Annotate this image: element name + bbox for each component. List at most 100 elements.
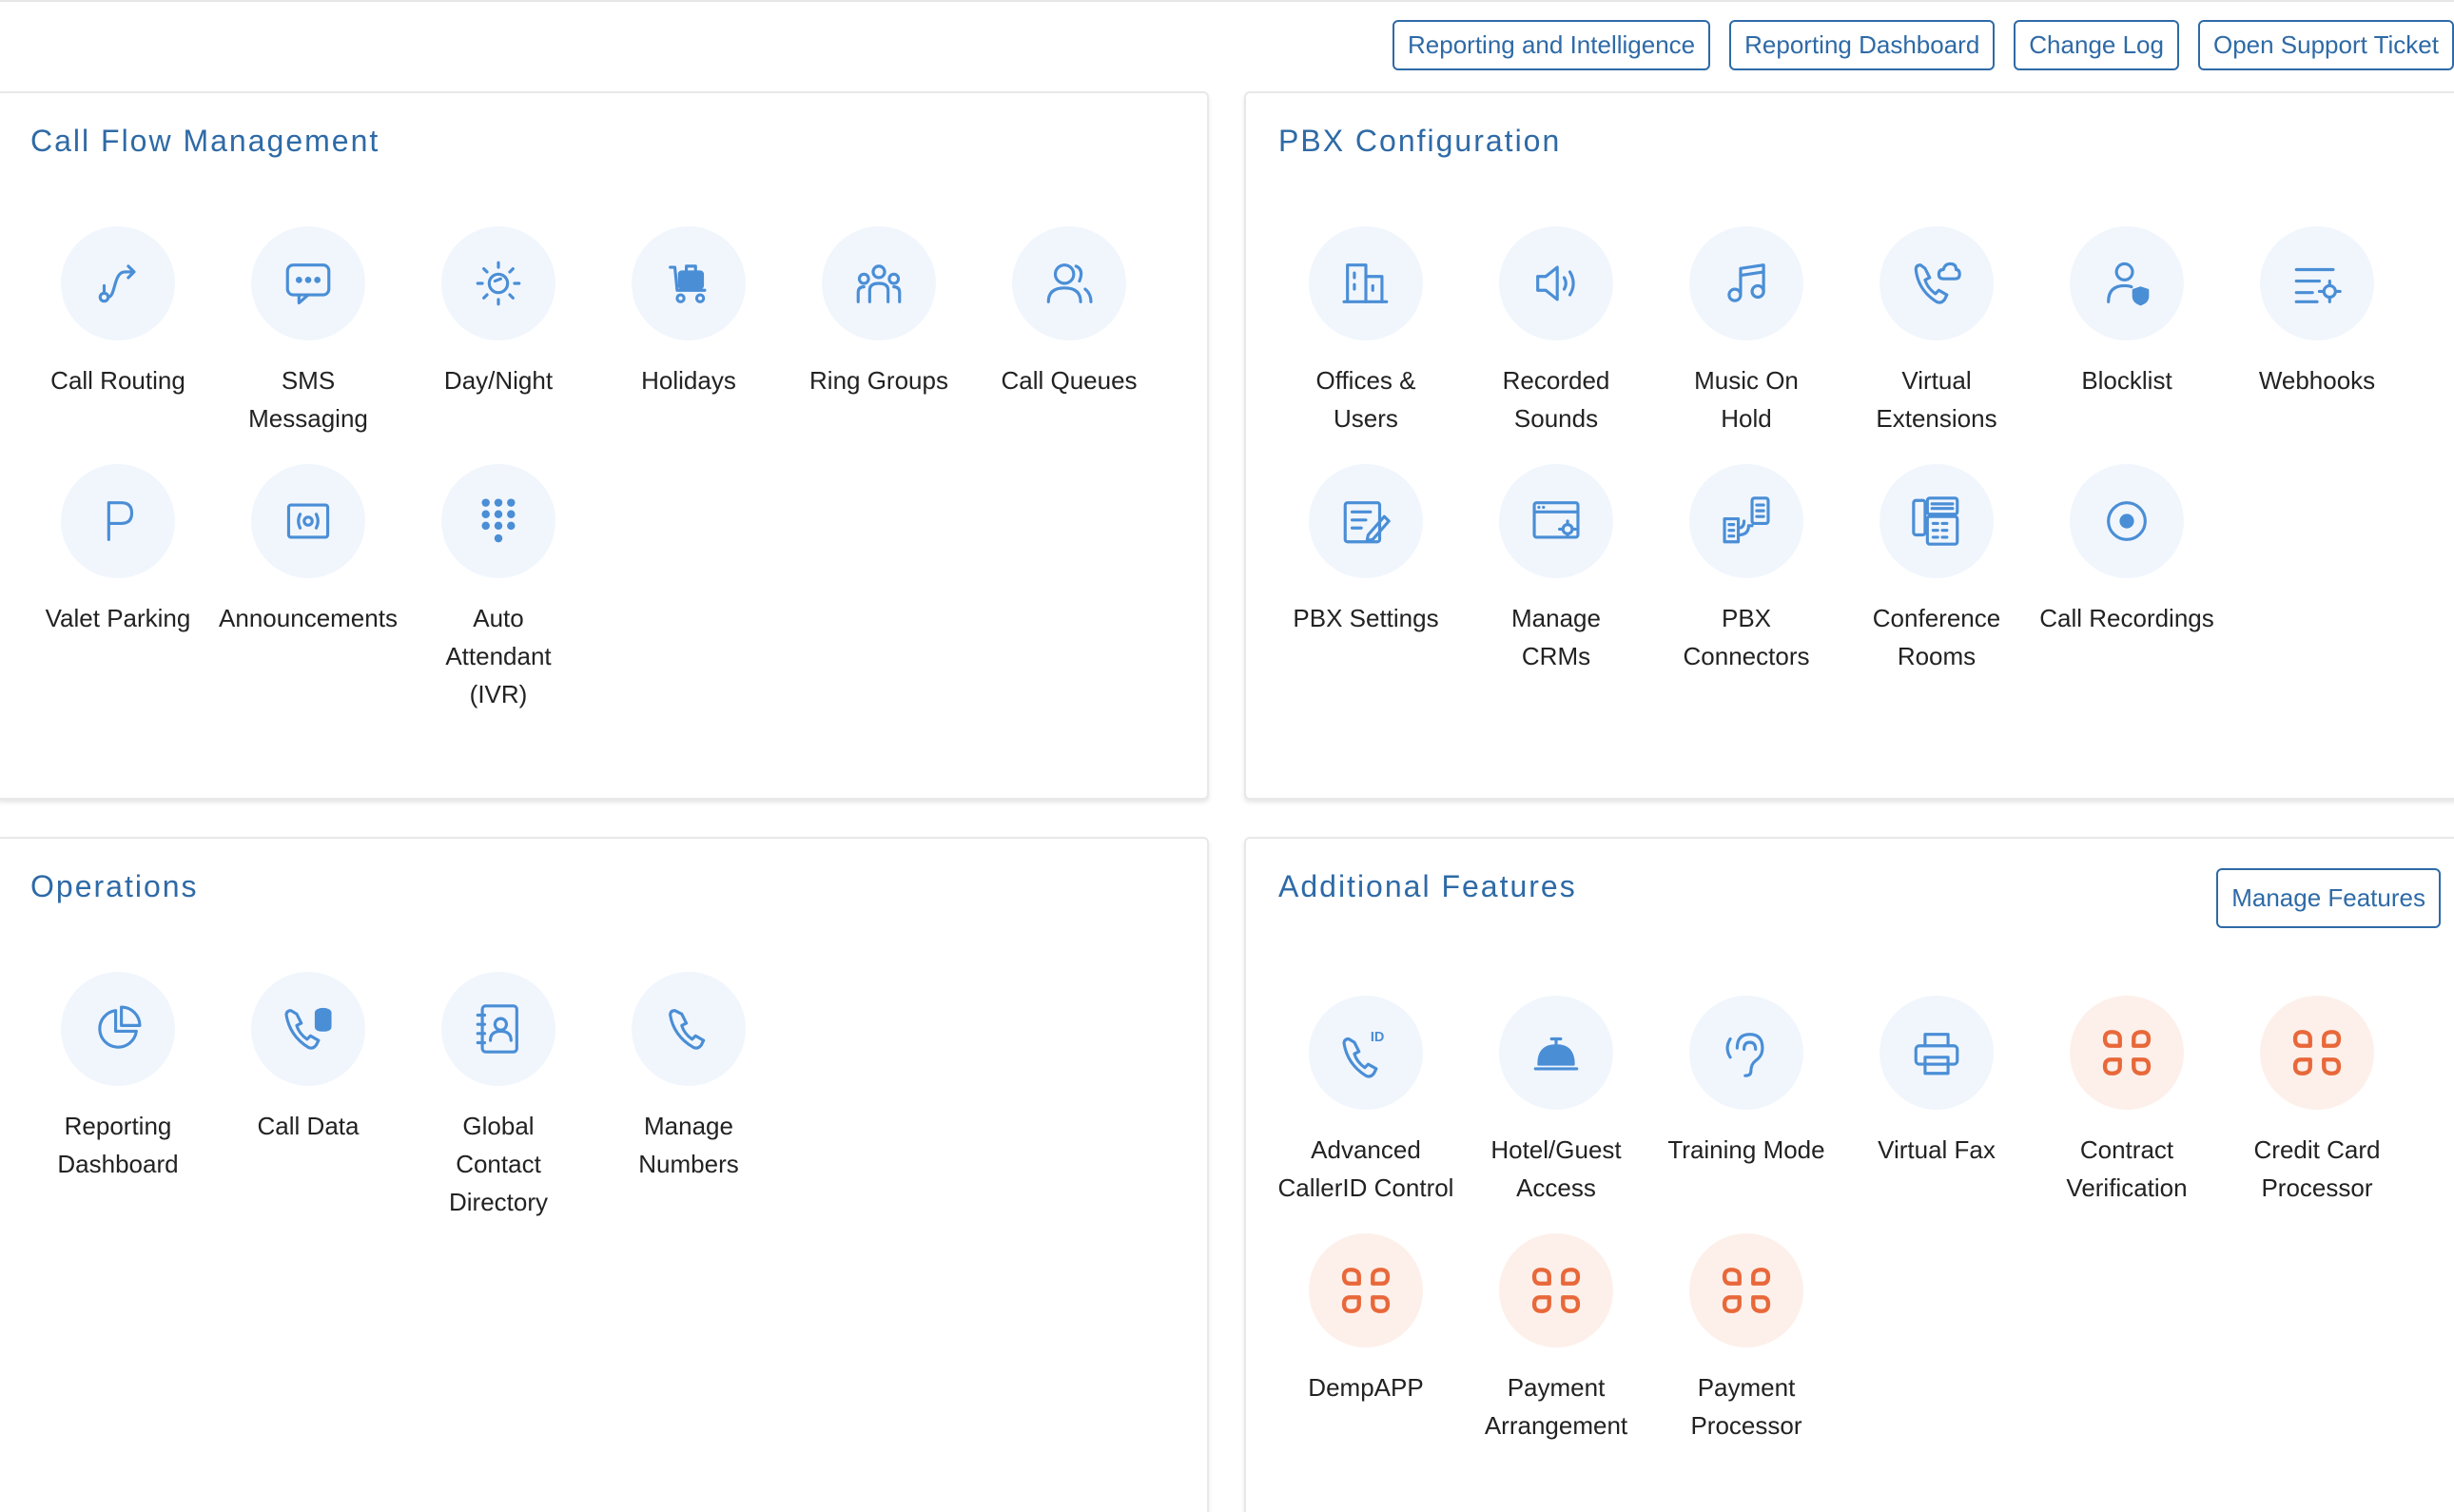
conference-icon: [1879, 464, 1994, 578]
tile-music-on-hold[interactable]: Music On Hold: [1651, 226, 1841, 437]
offices-icon: [1309, 226, 1423, 340]
tile-pbx-connectors[interactable]: PBX Connectors: [1651, 464, 1841, 675]
tile-training-mode[interactable]: Training Mode: [1651, 996, 1841, 1207]
parking-icon: [61, 464, 175, 578]
tile-label: Day/Night: [443, 366, 554, 395]
app-icon: [1689, 1233, 1803, 1347]
tile-label: Auto Attendant (IVR): [445, 604, 552, 708]
tile-day-night[interactable]: Day/Night: [403, 226, 594, 437]
tile-label: Training Mode: [1667, 1135, 1825, 1164]
tile-label: Conference Rooms: [1872, 604, 2001, 670]
tile-label: Payment Processor: [1690, 1373, 1802, 1440]
tile-valet-parking[interactable]: Valet Parking: [23, 464, 213, 713]
tile-call-data[interactable]: Call Data: [213, 972, 403, 1221]
tile-label: PBX Settings: [1293, 604, 1439, 632]
tile-label: Call Data: [257, 1112, 360, 1140]
tile-manage-crms[interactable]: Manage CRMs: [1461, 464, 1651, 675]
connectors-icon: [1689, 464, 1803, 578]
tile-grid: Reporting Dashboard Call Data Global Contact…: [23, 972, 1164, 1221]
tile-label: Payment Arrangement: [1484, 1373, 1628, 1440]
holidays-icon: [632, 226, 746, 340]
panel-title: Operations: [30, 869, 199, 903]
tile-global-contact-directory[interactable]: Global Contact Directory: [403, 972, 594, 1221]
call-flow-management-panel: Call Flow Management Call Routing SMS Mess…: [0, 91, 1209, 800]
tile-payment-processor[interactable]: Payment Processor: [1651, 1233, 1841, 1444]
cloud-phone-icon: [1879, 226, 1994, 340]
announcements-icon: [251, 464, 365, 578]
tile-blocklist[interactable]: Blocklist: [2032, 226, 2222, 437]
tile-call-recordings[interactable]: Call Recordings: [2032, 464, 2222, 675]
tile-holidays[interactable]: Holidays: [594, 226, 784, 437]
tile-reporting-dashboard[interactable]: Reporting Dashboard: [23, 972, 213, 1221]
fax-icon: [1879, 996, 1994, 1110]
caller-id-icon: ID: [1309, 996, 1423, 1110]
tile-label: Virtual Fax: [1878, 1135, 1996, 1164]
tile-dempapp[interactable]: DempAPP: [1271, 1233, 1461, 1444]
tile-ring-groups[interactable]: Ring Groups: [784, 226, 974, 437]
reporting-dashboard-button[interactable]: Reporting Dashboard: [1729, 20, 1996, 70]
tile-webhooks[interactable]: Webhooks: [2222, 226, 2412, 437]
tile-credit-card-processor[interactable]: Credit Card Processor: [2222, 996, 2412, 1207]
call-queues-icon: [1012, 226, 1126, 340]
tile-conference-rooms[interactable]: Conference Rooms: [1841, 464, 2032, 675]
tile-label: Call Queues: [1001, 366, 1138, 395]
tile-label: Announcements: [219, 604, 398, 632]
phone-icon: [632, 972, 746, 1086]
additional-features-panel: Additional Features Manage Features ID Ad…: [1244, 837, 2454, 1512]
ring-groups-icon: [822, 226, 936, 340]
tile-grid: Call Routing SMS Messaging Day/Night Holiday…: [23, 226, 1164, 713]
tile-label: SMS Messaging: [248, 366, 368, 433]
tile-label: Contract Verification: [2066, 1135, 2188, 1202]
tile-virtual-fax[interactable]: Virtual Fax: [1841, 996, 2032, 1207]
pbx-configuration-panel: PBX Configuration Offices & Users Recorded…: [1244, 91, 2454, 800]
app-icon: [1499, 1233, 1613, 1347]
change-log-button[interactable]: Change Log: [2014, 20, 2179, 70]
top-toolbar: Reporting and Intelligence Reporting Das…: [1393, 20, 2454, 70]
tile-label: Manage Numbers: [638, 1112, 739, 1178]
record-icon: [2070, 464, 2184, 578]
open-support-ticket-button[interactable]: Open Support Ticket: [2197, 20, 2454, 70]
tile-label: DempAPP: [1308, 1373, 1424, 1402]
tile-payment-arrangement[interactable]: Payment Arrangement: [1461, 1233, 1651, 1444]
tile-label: Global Contact Directory: [448, 1112, 548, 1216]
reporting-intelligence-button[interactable]: Reporting and Intelligence: [1393, 20, 1711, 70]
music-icon: [1689, 226, 1803, 340]
tile-label: Blocklist: [2081, 366, 2172, 395]
top-divider: [0, 0, 2454, 2]
tile-label: PBX Connectors: [1683, 604, 1810, 670]
tile-sms-messaging[interactable]: SMS Messaging: [213, 226, 403, 437]
crm-icon: [1499, 464, 1613, 578]
tile-label: Ring Groups: [809, 366, 948, 395]
tile-call-routing[interactable]: Call Routing: [23, 226, 213, 437]
tile-hotel-guest-access[interactable]: Hotel/Guest Access: [1461, 996, 1651, 1207]
tile-label: Hotel/Guest Access: [1490, 1135, 1622, 1202]
manage-features-button[interactable]: Manage Features: [2216, 868, 2441, 928]
panel-title: Additional Features: [1278, 869, 1577, 903]
tile-grid: ID Advanced CallerID Control Hotel/Guest Acc…: [1271, 996, 2412, 1444]
tile-label: Reporting Dashboard: [57, 1112, 179, 1178]
tile-label: Webhooks: [2258, 366, 2376, 395]
tile-label: Holidays: [641, 366, 736, 395]
tile-manage-numbers[interactable]: Manage Numbers: [594, 972, 784, 1221]
tile-announcements[interactable]: Announcements: [213, 464, 403, 713]
bell-icon: [1499, 996, 1613, 1110]
call-data-icon: [251, 972, 365, 1086]
webhooks-icon: [2260, 226, 2374, 340]
tile-label: Offices & Users: [1315, 366, 1416, 433]
tile-call-queues[interactable]: Call Queues: [974, 226, 1164, 437]
speaker-icon: [1499, 226, 1613, 340]
tile-offices-users[interactable]: Offices & Users: [1271, 226, 1461, 437]
tile-label: Virtual Extensions: [1876, 366, 1997, 433]
ear-icon: [1689, 996, 1803, 1110]
dialpad-icon: [441, 464, 555, 578]
tile-label: Recorded Sounds: [1502, 366, 1610, 433]
tile-auto-attendant-ivr[interactable]: Auto Attendant (IVR): [403, 464, 594, 713]
tile-contract-verification[interactable]: Contract Verification: [2032, 996, 2222, 1207]
tile-advanced-callerid-control[interactable]: ID Advanced CallerID Control: [1271, 996, 1461, 1207]
tile-pbx-settings[interactable]: PBX Settings: [1271, 464, 1461, 675]
panel-title: PBX Configuration: [1278, 124, 1562, 158]
pie-chart-icon: [61, 972, 175, 1086]
tile-recorded-sounds[interactable]: Recorded Sounds: [1461, 226, 1651, 437]
tile-label: Music On Hold: [1694, 366, 1799, 433]
tile-virtual-extensions[interactable]: Virtual Extensions: [1841, 226, 2032, 437]
